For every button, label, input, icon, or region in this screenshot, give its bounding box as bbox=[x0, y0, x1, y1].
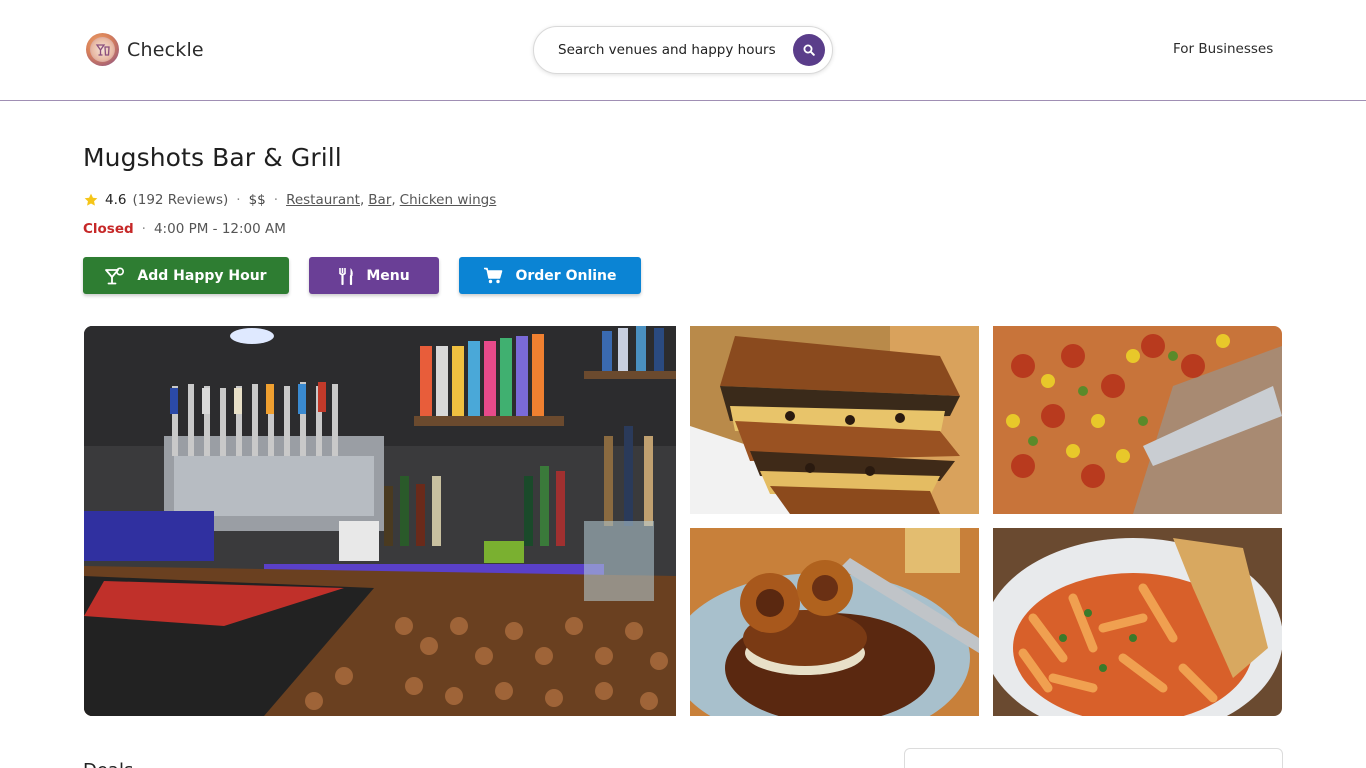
onion-ring-burger-photo[interactable] bbox=[690, 528, 979, 716]
brand-name: Checkle bbox=[127, 38, 204, 61]
cocktail-icon bbox=[105, 266, 125, 284]
open-status-badge: Closed bbox=[83, 221, 134, 237]
section-heading: Deals bbox=[83, 760, 133, 768]
category-chicken-wings-link[interactable]: Chicken wings bbox=[400, 192, 497, 208]
star-icon bbox=[84, 193, 98, 206]
rating-value: 4.6 bbox=[105, 192, 127, 208]
separator-dot: · bbox=[273, 192, 279, 208]
for-businesses-link[interactable]: For Businesses bbox=[1173, 41, 1273, 57]
hours-row: Closed · 4:00 PM - 12:00 AM bbox=[83, 219, 286, 239]
fork-knife-icon bbox=[339, 267, 354, 285]
separator-dot: · bbox=[141, 221, 146, 237]
grilled-sandwich-photo[interactable] bbox=[690, 326, 979, 514]
category-restaurant-link[interactable]: Restaurant bbox=[286, 192, 360, 208]
category-separator: , bbox=[391, 192, 396, 208]
category-separator: , bbox=[359, 192, 365, 208]
cart-icon bbox=[484, 267, 503, 284]
search-button[interactable] bbox=[793, 34, 825, 66]
separator-dot: · bbox=[236, 192, 241, 208]
review-count[interactable]: (192 Reviews) bbox=[132, 192, 228, 208]
bar-interior-photo[interactable] bbox=[84, 326, 676, 716]
add-happy-hour-label: Add Happy Hour bbox=[137, 267, 267, 284]
category-bar-link[interactable]: Bar bbox=[368, 192, 391, 208]
pizza-photo[interactable] bbox=[993, 326, 1282, 514]
cocktail-logo-icon bbox=[86, 33, 119, 66]
price-level: $$ bbox=[248, 192, 266, 208]
add-happy-hour-button[interactable]: Add Happy Hour bbox=[83, 257, 289, 294]
side-card bbox=[904, 748, 1283, 768]
site-header: Checkle For Businesses bbox=[0, 0, 1366, 101]
search-icon bbox=[803, 44, 815, 56]
venue-title: Mugshots Bar & Grill bbox=[83, 143, 342, 172]
venue-meta: 4.6 (192 Reviews) · $$ · Restaurant, Bar… bbox=[83, 190, 496, 210]
brand-link[interactable]: Checkle bbox=[86, 33, 204, 66]
menu-button[interactable]: Menu bbox=[309, 257, 439, 294]
order-online-label: Order Online bbox=[515, 267, 617, 284]
menu-label: Menu bbox=[366, 267, 410, 284]
search-input[interactable] bbox=[558, 42, 784, 58]
pasta-photo[interactable] bbox=[993, 528, 1282, 716]
search-bar bbox=[533, 26, 833, 74]
order-online-button[interactable]: Order Online bbox=[459, 257, 641, 294]
opening-hours: 4:00 PM - 12:00 AM bbox=[153, 221, 286, 237]
